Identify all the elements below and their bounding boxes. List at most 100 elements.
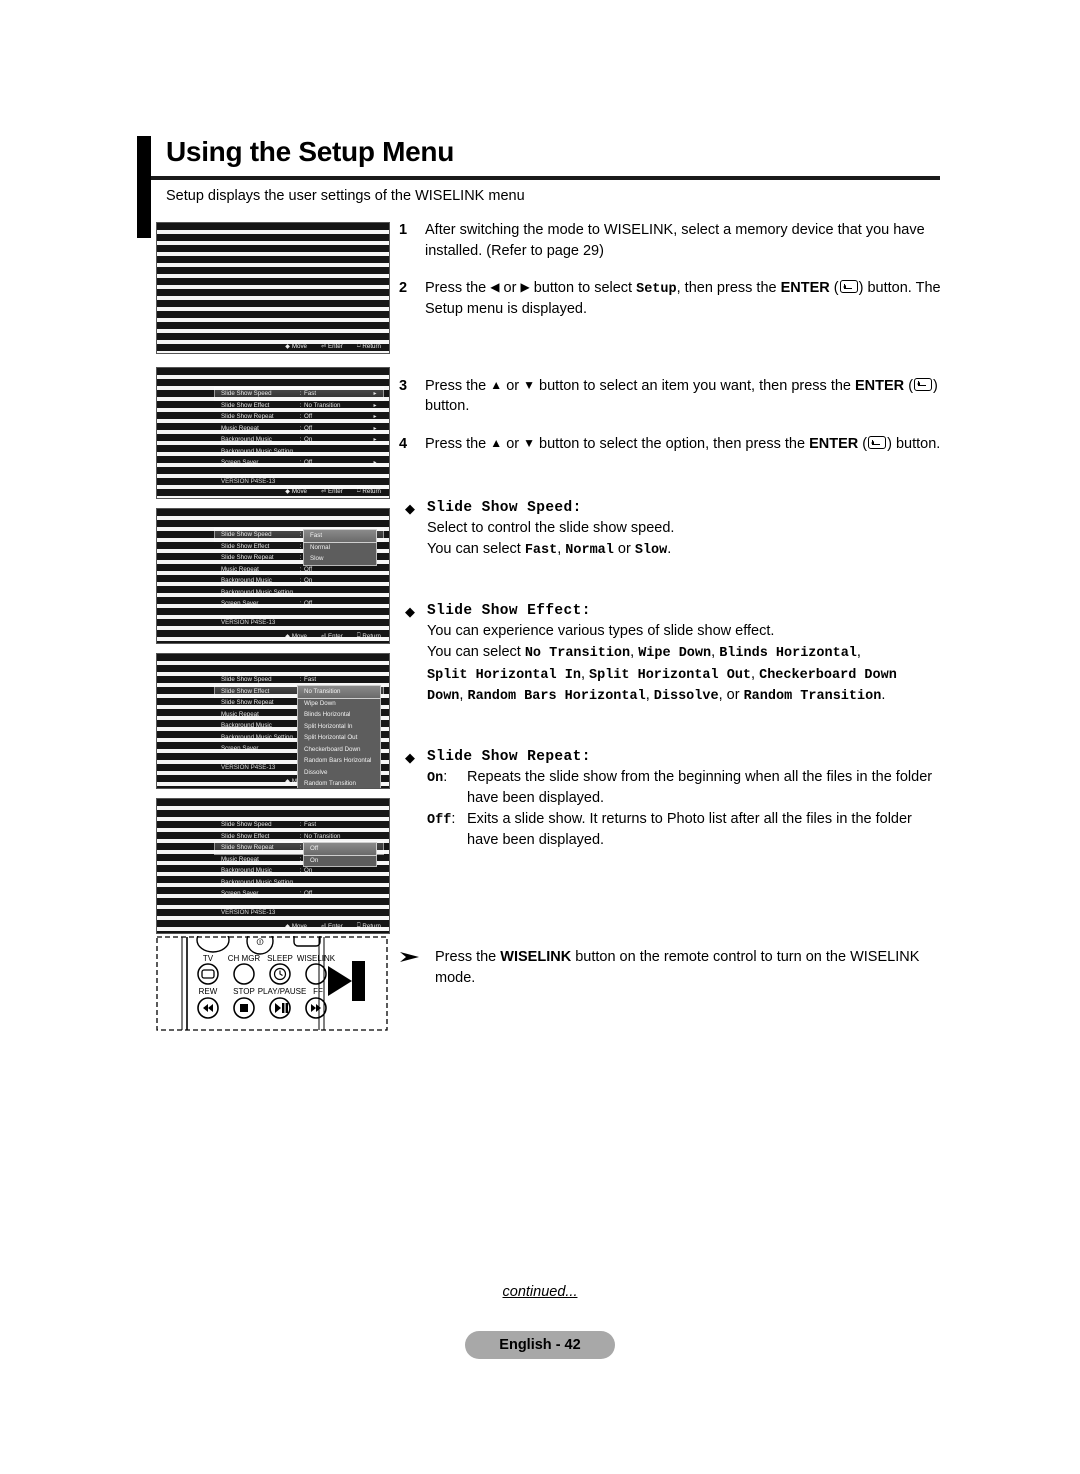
row-value: On <box>304 577 313 585</box>
menu-row-screen-saver[interactable]: Screen Saver: Off <box>215 598 383 610</box>
dropdown-option-slow[interactable]: Slow <box>304 553 376 565</box>
row-value: Off <box>304 459 313 467</box>
return-key-icon: ⎕ <box>356 632 361 639</box>
menu-row-background-music-setting[interactable]: Background Music Setting <box>215 587 383 599</box>
menu-row-background-music-setting[interactable]: Background Music Setting <box>215 877 383 889</box>
dropdown-option-checkerboard-down[interactable]: Checkerboard Down <box>298 744 380 756</box>
row-label: Music Repeat <box>221 565 259 573</box>
option-split-horizontal-out: Split Horizontal Out <box>589 667 752 683</box>
menu-row-music-repeat[interactable]: Music Repeat: Off ▸ <box>215 423 383 435</box>
option-dissolve: Dissolve <box>653 689 719 705</box>
menu-row-background-music-setting[interactable]: Background Music Setting <box>215 446 383 458</box>
move-icon: ◆ <box>285 778 290 785</box>
setup-menu-list: Slide Show Speed:Fast Slide Show Effect:… <box>214 819 384 916</box>
page-subtitle: Setup displays the user settings of the … <box>166 188 525 204</box>
enter-key-icon: ⏎ <box>320 923 327 930</box>
version-label: VERSION P4SE-13 <box>221 477 276 485</box>
step-text-a: Press the <box>425 377 491 394</box>
remote-label-rew: REW <box>199 987 218 996</box>
step-1: 1 After switching the mode to WISELINK, … <box>399 220 944 261</box>
menu-row-slide-show-speed[interactable]: Slide Show Speed: Fast ▸ <box>214 387 384 401</box>
chevron-right-icon: ▸ <box>373 437 377 444</box>
diamond-bullet-icon: ◆ <box>405 501 415 516</box>
row-label: Background Music <box>221 867 272 875</box>
note-arrow-icon <box>399 947 435 989</box>
or-word: or <box>726 687 740 704</box>
menu-row-background-music[interactable]: Background Music: On ▸ <box>215 434 383 446</box>
step-text: Press the ◀ or ▶ button to select Setup,… <box>425 280 941 318</box>
dropdown-option-fast[interactable]: Fast <box>303 529 377 543</box>
menu-row-slide-show-effect[interactable]: Slide Show Effect: No Transition ▸ <box>215 400 383 412</box>
menu-row-background-music[interactable]: Background Music: On <box>215 575 383 587</box>
section-slide-show-speed: ◆ Slide Show Speed: Select to control th… <box>405 500 945 561</box>
row-label: Background Music <box>221 577 272 585</box>
enter-key-icon: ⏎ <box>320 633 327 640</box>
step-text: After switching the mode to WISELINK, se… <box>425 222 925 259</box>
return-label: Return <box>362 632 381 640</box>
effect-dropdown[interactable]: No Transition Wipe Down Blinds Horizonta… <box>297 685 381 788</box>
enter-label: Enter <box>328 487 343 495</box>
colon: : <box>299 577 302 585</box>
dropdown-option-split-horizontal-in[interactable]: Split Horizontal In <box>298 721 380 733</box>
row-value: Fast <box>304 390 317 398</box>
dropdown-option-random-transition[interactable]: Random Transition <box>298 778 380 788</box>
dropdown-option-wipe-down[interactable]: Wipe Down <box>298 698 380 710</box>
note-text: Press the WISELINK button on the remote … <box>435 947 944 989</box>
up-arrow-icon: ▲ <box>490 436 503 451</box>
dropdown-option-random-bars-horizontal[interactable]: Random Bars Horizontal <box>298 755 380 767</box>
manual-page: Using the Setup Menu Setup displays the … <box>0 0 1080 1474</box>
dropdown-option-normal[interactable]: Normal <box>304 542 376 554</box>
colon: : <box>299 890 302 898</box>
tv-screenshot-4: Slide Show Speed:Fast Slide Show Effect:… <box>156 653 390 789</box>
menu-row-slide-show-effect[interactable]: Slide Show Effect:No Transition <box>215 831 383 843</box>
option-split-horizontal-in: Split Horizontal In <box>427 667 581 683</box>
row-label: Slide Show Repeat <box>221 844 274 852</box>
colon: : <box>299 600 302 608</box>
option-slow: Slow <box>634 543 668 559</box>
enter-icon <box>914 377 933 391</box>
row-value: Off <box>304 413 313 421</box>
definition-off: Off: Exits a slide show. It returns to P… <box>427 809 945 851</box>
row-label: Slide Show Repeat <box>221 413 274 421</box>
right-arrow-icon: ▶ <box>520 280 530 295</box>
repeat-dropdown[interactable]: Off On <box>303 842 377 867</box>
line2-end: . <box>667 541 672 558</box>
row-label: Music Repeat <box>221 710 259 718</box>
dropdown-option-off[interactable]: Off <box>303 842 377 856</box>
dropdown-option-split-horizontal-out[interactable]: Split Horizontal Out <box>298 732 380 744</box>
remote-label-wiselink: WISELINK <box>297 954 336 963</box>
dropdown-option-no-transition[interactable]: No Transition <box>297 685 381 699</box>
tv-screenshot-2: Slide Show Speed: Fast ▸ Slide Show Effect… <box>156 367 390 499</box>
move-label: Move <box>291 632 307 640</box>
row-label: Music Repeat <box>221 424 259 432</box>
dropdown-option-dissolve[interactable]: Dissolve <box>298 767 380 779</box>
return-label: Return <box>362 487 381 495</box>
step-text-d: , then press the <box>676 280 781 297</box>
row-value: No Transition <box>304 832 341 840</box>
diamond-bullet-icon: ◆ <box>405 749 415 765</box>
speed-dropdown[interactable]: Fast Normal Slow <box>303 529 377 566</box>
dropdown-option-blinds-horizontal[interactable]: Blinds Horizontal <box>298 709 380 721</box>
step-number: 3 <box>399 377 408 394</box>
menu-row-slide-show-speed[interactable]: Slide Show Speed: Fast <box>215 674 383 686</box>
row-label: Slide Show Repeat <box>221 699 274 707</box>
return-key-icon: ⎕ <box>356 342 361 349</box>
row-label: Background Music Setting <box>221 588 293 596</box>
menu-row-screen-saver[interactable]: Screen Saver: Off <box>215 888 383 900</box>
row-label: Screen Saver <box>221 745 259 753</box>
scanline-overlay <box>157 223 389 353</box>
steps-list: 1 After switching the mode to WISELINK, … <box>399 218 944 472</box>
menu-row-screen-saver[interactable]: Screen Saver: Off ▸ <box>215 457 383 469</box>
step-text-c: button to select an item you want, then … <box>535 377 856 394</box>
menu-bottom-bar: ◆Move ⏎Enter ⎕Return <box>157 340 389 352</box>
menu-row-slide-show-speed[interactable]: Slide Show Speed: Fast <box>215 819 383 831</box>
row-value: Fast <box>304 821 317 829</box>
definition-on: On: Repeats the slide show from the begi… <box>427 767 945 809</box>
row-label: Music Repeat <box>221 855 259 863</box>
dropdown-option-on[interactable]: On <box>304 855 376 867</box>
menu-row-slide-show-repeat[interactable]: Slide Show Repeat: Off ▸ <box>215 411 383 423</box>
page-badge: English - 42 <box>465 1331 615 1359</box>
row-value: Off <box>304 600 313 608</box>
line2-end: . <box>881 687 886 704</box>
section-slide-show-repeat: ◆ Slide Show Repeat: On: Repeats the sli… <box>405 749 945 851</box>
